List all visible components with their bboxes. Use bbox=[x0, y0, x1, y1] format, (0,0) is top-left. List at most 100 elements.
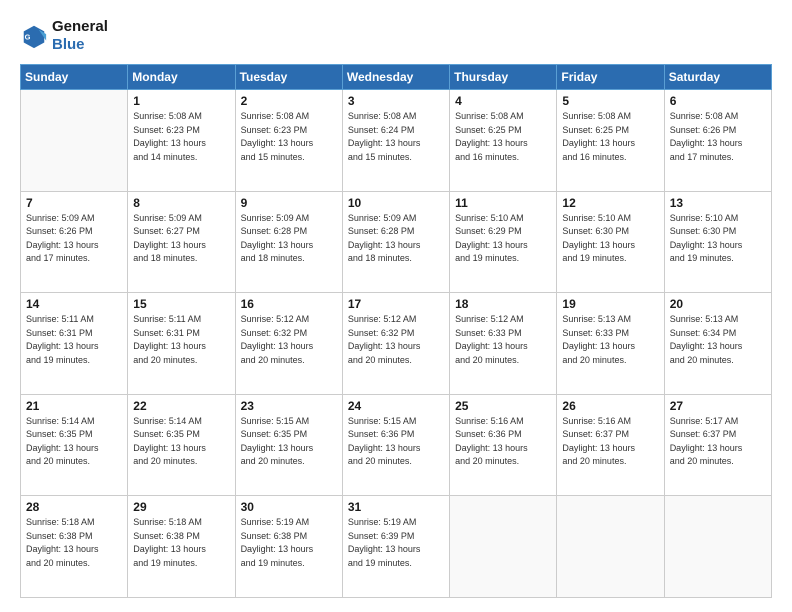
svg-text:G: G bbox=[25, 33, 31, 42]
calendar-week-row: 21 Sunrise: 5:14 AM Sunset: 6:35 PM Dayli… bbox=[21, 394, 772, 496]
day-number: 10 bbox=[348, 196, 444, 210]
calendar-cell: 14 Sunrise: 5:11 AM Sunset: 6:31 PM Dayli… bbox=[21, 293, 128, 395]
day-number: 12 bbox=[562, 196, 658, 210]
day-number: 21 bbox=[26, 399, 122, 413]
calendar-cell bbox=[450, 496, 557, 598]
day-info: Sunrise: 5:13 AM Sunset: 6:33 PM Dayligh… bbox=[562, 313, 658, 367]
calendar-week-row: 14 Sunrise: 5:11 AM Sunset: 6:31 PM Dayli… bbox=[21, 293, 772, 395]
page: G General Blue SundayMondayTuesdayWednes… bbox=[0, 0, 792, 612]
day-number: 16 bbox=[241, 297, 337, 311]
day-number: 4 bbox=[455, 94, 551, 108]
calendar-cell: 30 Sunrise: 5:19 AM Sunset: 6:38 PM Dayli… bbox=[235, 496, 342, 598]
day-info: Sunrise: 5:17 AM Sunset: 6:37 PM Dayligh… bbox=[670, 415, 766, 469]
logo-text-line2: Blue bbox=[52, 36, 108, 54]
day-number: 30 bbox=[241, 500, 337, 514]
day-info: Sunrise: 5:09 AM Sunset: 6:28 PM Dayligh… bbox=[241, 212, 337, 266]
calendar-header-sunday: Sunday bbox=[21, 65, 128, 90]
day-info: Sunrise: 5:15 AM Sunset: 6:36 PM Dayligh… bbox=[348, 415, 444, 469]
calendar-cell: 10 Sunrise: 5:09 AM Sunset: 6:28 PM Dayli… bbox=[342, 191, 449, 293]
day-info: Sunrise: 5:11 AM Sunset: 6:31 PM Dayligh… bbox=[133, 313, 229, 367]
calendar-cell: 27Sunrise: 5:17 AM Sunset: 6:37 PM Dayli… bbox=[664, 394, 771, 496]
calendar-cell: 3 Sunrise: 5:08 AM Sunset: 6:24 PM Daylig… bbox=[342, 90, 449, 192]
calendar-table: SundayMondayTuesdayWednesdayThursdayFrid… bbox=[20, 64, 772, 598]
day-info: Sunrise: 5:12 AM Sunset: 6:32 PM Dayligh… bbox=[348, 313, 444, 367]
calendar-cell bbox=[557, 496, 664, 598]
calendar-header-monday: Monday bbox=[128, 65, 235, 90]
day-info: Sunrise: 5:08 AM Sunset: 6:26 PM Dayligh… bbox=[670, 110, 766, 164]
day-info: Sunrise: 5:10 AM Sunset: 6:30 PM Dayligh… bbox=[670, 212, 766, 266]
calendar-cell: 25 Sunrise: 5:16 AM Sunset: 6:36 PM Dayli… bbox=[450, 394, 557, 496]
day-info: Sunrise: 5:11 AM Sunset: 6:31 PM Dayligh… bbox=[26, 313, 122, 367]
day-number: 15 bbox=[133, 297, 229, 311]
day-info: Sunrise: 5:14 AM Sunset: 6:35 PM Dayligh… bbox=[26, 415, 122, 469]
calendar-header-row: SundayMondayTuesdayWednesdayThursdayFrid… bbox=[21, 65, 772, 90]
calendar-cell bbox=[664, 496, 771, 598]
calendar-header-wednesday: Wednesday bbox=[342, 65, 449, 90]
calendar-cell: 8 Sunrise: 5:09 AM Sunset: 6:27 PM Daylig… bbox=[128, 191, 235, 293]
calendar-cell: 17 Sunrise: 5:12 AM Sunset: 6:32 PM Dayli… bbox=[342, 293, 449, 395]
day-number: 25 bbox=[455, 399, 551, 413]
day-number: 22 bbox=[133, 399, 229, 413]
day-number: 18 bbox=[455, 297, 551, 311]
day-number: 9 bbox=[241, 196, 337, 210]
day-info: Sunrise: 5:08 AM Sunset: 6:24 PM Dayligh… bbox=[348, 110, 444, 164]
day-info: Sunrise: 5:08 AM Sunset: 6:25 PM Dayligh… bbox=[562, 110, 658, 164]
calendar-cell: 1 Sunrise: 5:08 AM Sunset: 6:23 PM Daylig… bbox=[128, 90, 235, 192]
logo-text-line1: General bbox=[52, 18, 108, 36]
day-info: Sunrise: 5:13 AM Sunset: 6:34 PM Dayligh… bbox=[670, 313, 766, 367]
logo-icon: G bbox=[20, 22, 48, 50]
calendar-cell bbox=[21, 90, 128, 192]
day-info: Sunrise: 5:09 AM Sunset: 6:27 PM Dayligh… bbox=[133, 212, 229, 266]
day-number: 17 bbox=[348, 297, 444, 311]
day-info: Sunrise: 5:18 AM Sunset: 6:38 PM Dayligh… bbox=[133, 516, 229, 570]
day-number: 5 bbox=[562, 94, 658, 108]
day-info: Sunrise: 5:16 AM Sunset: 6:37 PM Dayligh… bbox=[562, 415, 658, 469]
day-info: Sunrise: 5:08 AM Sunset: 6:23 PM Dayligh… bbox=[133, 110, 229, 164]
day-info: Sunrise: 5:10 AM Sunset: 6:29 PM Dayligh… bbox=[455, 212, 551, 266]
day-number: 1 bbox=[133, 94, 229, 108]
calendar-cell: 20 Sunrise: 5:13 AM Sunset: 6:34 PM Dayli… bbox=[664, 293, 771, 395]
day-info: Sunrise: 5:09 AM Sunset: 6:28 PM Dayligh… bbox=[348, 212, 444, 266]
day-number: 31 bbox=[348, 500, 444, 514]
header: G General Blue bbox=[20, 18, 772, 54]
calendar-cell: 7Sunrise: 5:09 AM Sunset: 6:26 PM Daylig… bbox=[21, 191, 128, 293]
calendar-cell: 11 Sunrise: 5:10 AM Sunset: 6:29 PM Dayli… bbox=[450, 191, 557, 293]
day-number: 24 bbox=[348, 399, 444, 413]
calendar-cell: 9 Sunrise: 5:09 AM Sunset: 6:28 PM Daylig… bbox=[235, 191, 342, 293]
day-info: Sunrise: 5:08 AM Sunset: 6:23 PM Dayligh… bbox=[241, 110, 337, 164]
day-number: 2 bbox=[241, 94, 337, 108]
day-number: 13 bbox=[670, 196, 766, 210]
day-info: Sunrise: 5:19 AM Sunset: 6:38 PM Dayligh… bbox=[241, 516, 337, 570]
calendar-cell: 22 Sunrise: 5:14 AM Sunset: 6:35 PM Dayli… bbox=[128, 394, 235, 496]
calendar-cell: 16 Sunrise: 5:12 AM Sunset: 6:32 PM Dayli… bbox=[235, 293, 342, 395]
day-number: 14 bbox=[26, 297, 122, 311]
day-number: 29 bbox=[133, 500, 229, 514]
calendar-cell: 6Sunrise: 5:08 AM Sunset: 6:26 PM Daylig… bbox=[664, 90, 771, 192]
day-info: Sunrise: 5:12 AM Sunset: 6:33 PM Dayligh… bbox=[455, 313, 551, 367]
calendar-header-thursday: Thursday bbox=[450, 65, 557, 90]
calendar-header-tuesday: Tuesday bbox=[235, 65, 342, 90]
calendar-cell: 4Sunrise: 5:08 AM Sunset: 6:25 PM Daylig… bbox=[450, 90, 557, 192]
day-number: 3 bbox=[348, 94, 444, 108]
day-number: 11 bbox=[455, 196, 551, 210]
calendar-cell: 28Sunrise: 5:18 AM Sunset: 6:38 PM Dayli… bbox=[21, 496, 128, 598]
calendar-week-row: 7Sunrise: 5:09 AM Sunset: 6:26 PM Daylig… bbox=[21, 191, 772, 293]
day-number: 26 bbox=[562, 399, 658, 413]
day-info: Sunrise: 5:18 AM Sunset: 6:38 PM Dayligh… bbox=[26, 516, 122, 570]
calendar-cell: 29 Sunrise: 5:18 AM Sunset: 6:38 PM Dayli… bbox=[128, 496, 235, 598]
day-info: Sunrise: 5:09 AM Sunset: 6:26 PM Dayligh… bbox=[26, 212, 122, 266]
calendar-cell: 13 Sunrise: 5:10 AM Sunset: 6:30 PM Dayli… bbox=[664, 191, 771, 293]
day-info: Sunrise: 5:12 AM Sunset: 6:32 PM Dayligh… bbox=[241, 313, 337, 367]
day-number: 20 bbox=[670, 297, 766, 311]
calendar-cell: 18 Sunrise: 5:12 AM Sunset: 6:33 PM Dayli… bbox=[450, 293, 557, 395]
day-info: Sunrise: 5:14 AM Sunset: 6:35 PM Dayligh… bbox=[133, 415, 229, 469]
calendar-header-saturday: Saturday bbox=[664, 65, 771, 90]
day-info: Sunrise: 5:16 AM Sunset: 6:36 PM Dayligh… bbox=[455, 415, 551, 469]
day-number: 23 bbox=[241, 399, 337, 413]
calendar-cell: 21 Sunrise: 5:14 AM Sunset: 6:35 PM Dayli… bbox=[21, 394, 128, 496]
calendar-cell: 23Sunrise: 5:15 AM Sunset: 6:35 PM Dayli… bbox=[235, 394, 342, 496]
day-number: 8 bbox=[133, 196, 229, 210]
calendar-cell: 19Sunrise: 5:13 AM Sunset: 6:33 PM Dayli… bbox=[557, 293, 664, 395]
calendar-cell: 15 Sunrise: 5:11 AM Sunset: 6:31 PM Dayli… bbox=[128, 293, 235, 395]
calendar-cell: 2 Sunrise: 5:08 AM Sunset: 6:23 PM Daylig… bbox=[235, 90, 342, 192]
